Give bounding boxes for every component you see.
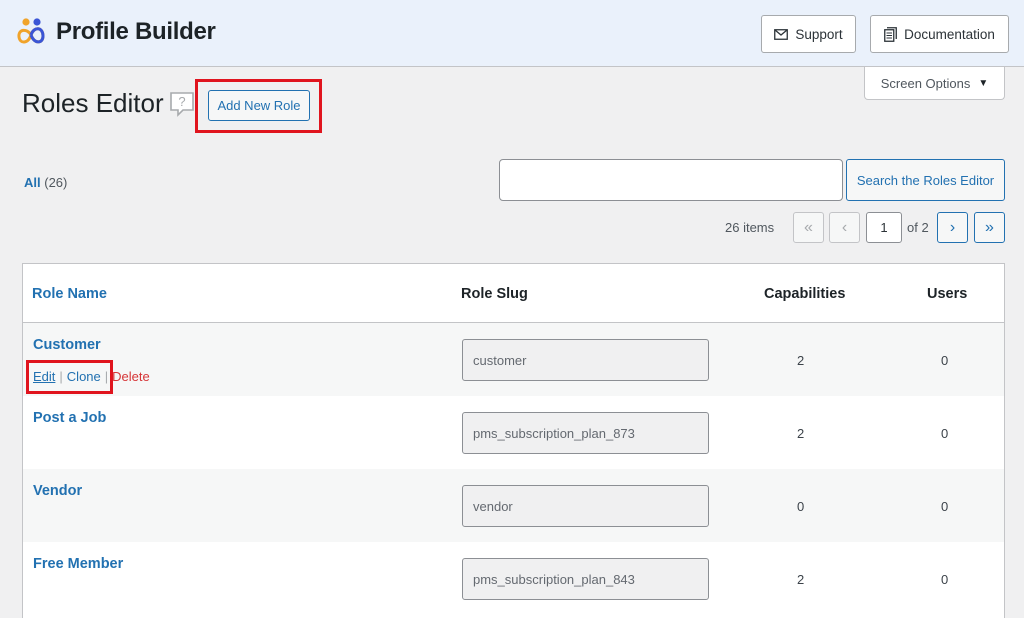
search-input[interactable] (499, 159, 843, 201)
separator: | (59, 369, 63, 384)
role-slug-field: vendor (462, 485, 709, 527)
current-page-input[interactable] (866, 212, 902, 243)
brand-name: Profile Builder (56, 18, 216, 45)
help-bubble-icon[interactable]: ? (169, 91, 195, 122)
filter-all-count: (26) (44, 175, 68, 190)
total-pages-text: of 2 (907, 220, 929, 235)
edit-role-link[interactable]: Edit (33, 369, 55, 384)
table-row: Free Member pms_subscription_plan_843 2 … (23, 542, 1004, 615)
table-row: Post a Job pms_subscription_plan_873 2 0 (23, 396, 1004, 469)
screen-options-label: Screen Options (880, 75, 971, 91)
capabilities-count: 2 (797, 426, 805, 441)
filter-all-link[interactable]: All (24, 175, 41, 190)
last-page-button[interactable]: » (974, 212, 1005, 243)
table-row: Vendor vendor 0 0 (23, 469, 1004, 542)
next-page-button[interactable]: › (937, 212, 968, 243)
capabilities-count: 2 (797, 572, 805, 587)
envelope-icon (774, 28, 789, 40)
role-name-link[interactable]: Vendor (33, 483, 82, 499)
column-header-role-name[interactable]: Role Name (32, 286, 107, 302)
role-name-link[interactable]: Customer (33, 337, 101, 353)
table-row: Customer Edit | Clone | Delete customer 2 0 (23, 323, 1004, 396)
column-header-role-slug: Role Slug (461, 286, 528, 302)
users-count: 0 (941, 572, 949, 587)
documentation-label: Documentation (904, 26, 995, 42)
profile-builder-logo-icon (17, 18, 45, 44)
delete-role-link[interactable]: Delete (112, 369, 150, 384)
add-new-role-button[interactable]: Add New Role (208, 90, 310, 121)
first-page-button[interactable]: « (793, 212, 824, 243)
page-title: Roles Editor (22, 88, 164, 118)
separator: | (104, 369, 109, 384)
role-slug-field: pms_subscription_plan_843 (462, 558, 709, 600)
column-header-capabilities: Capabilities (764, 286, 846, 302)
users-count: 0 (941, 499, 949, 514)
svg-text:?: ? (178, 94, 185, 109)
role-slug-field: pms_subscription_plan_873 (462, 412, 709, 454)
top-header-bar: Profile Builder Support Documentation (0, 0, 1024, 67)
role-name-link[interactable]: Free Member (33, 556, 123, 572)
filter-all: All (26) (24, 175, 67, 190)
support-label: Support (795, 26, 843, 42)
row-actions: Edit | Clone | Delete (33, 369, 150, 384)
brand: Profile Builder (14, 15, 216, 49)
capabilities-count: 2 (797, 353, 805, 368)
clone-role-link[interactable]: Clone (67, 369, 101, 384)
items-count: 26 items (725, 220, 775, 235)
triangle-down-icon: ▼ (978, 77, 989, 89)
users-count: 0 (941, 353, 949, 368)
table-header: Role Name Role Slug Capabilities Users (23, 264, 1004, 323)
support-button[interactable]: Support (761, 15, 856, 53)
column-header-users: Users (927, 286, 968, 302)
search-roles-button[interactable]: Search the Roles Editor (846, 159, 1005, 201)
roles-table: Role Name Role Slug Capabilities Users C… (22, 263, 1005, 618)
document-icon (884, 26, 897, 42)
documentation-button[interactable]: Documentation (870, 15, 1009, 53)
prev-page-button[interactable]: ‹ (829, 212, 860, 243)
role-slug-field: customer (462, 339, 709, 381)
users-count: 0 (941, 426, 949, 441)
screen-options-toggle[interactable]: Screen Options ▼ (864, 67, 1005, 100)
capabilities-count: 0 (797, 499, 805, 514)
role-name-link[interactable]: Post a Job (33, 410, 106, 426)
